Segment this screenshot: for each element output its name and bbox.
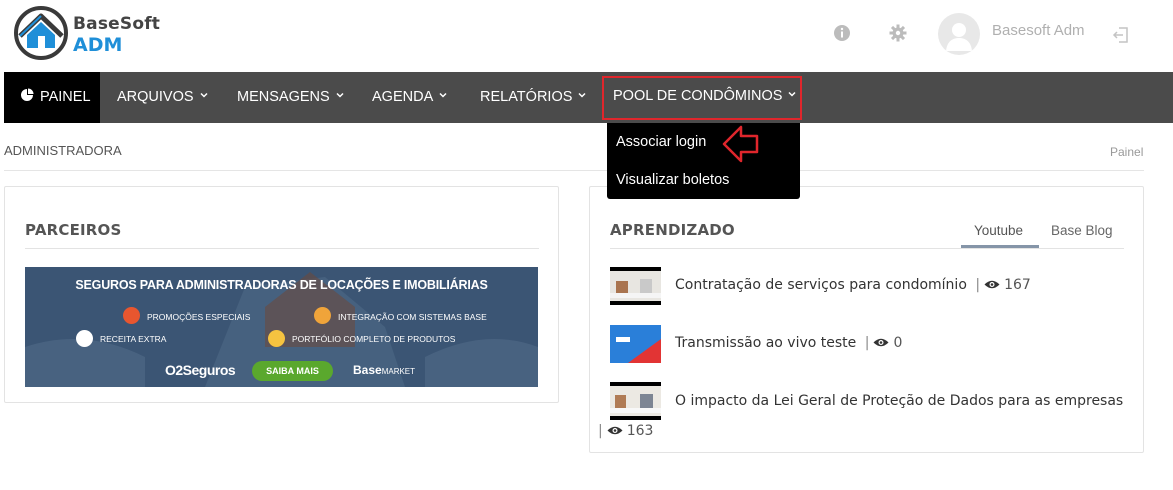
divider <box>4 170 1144 171</box>
pool-dropdown-menu: Associar login Visualizar boletos <box>607 123 800 199</box>
divider <box>25 248 539 249</box>
banner-title: SEGUROS PARA ADMINISTRADORAS DE LOCAÇÕES… <box>75 278 488 292</box>
logo-part: Base <box>353 363 382 377</box>
nav-label: ARQUIVOS <box>117 89 194 105</box>
menu-item-visualizar-boletos[interactable]: Visualizar boletos <box>616 172 729 188</box>
nav-arquivos[interactable]: ARQUIVOS <box>117 72 208 123</box>
user-name[interactable]: Basesoft Adm <box>992 22 1085 39</box>
eye-icon <box>873 338 889 347</box>
banner-feature: RECEITA EXTRA <box>100 334 167 344</box>
view-count: 163 <box>626 423 654 439</box>
banner-feature: PORTFÓLIO COMPLETO DE PRODUTOS <box>292 334 456 344</box>
video-entry: Transmissão ao vivo teste | 0 <box>675 335 902 351</box>
video-thumbnail[interactable] <box>610 382 661 420</box>
nav-mensagens[interactable]: MENSAGENS <box>237 72 344 123</box>
nav-relatorios[interactable]: RELATÓRIOS <box>480 72 586 123</box>
nav-pool-condominos[interactable]: POOL DE CONDÔMINOS <box>602 76 802 120</box>
annotation-arrow-icon <box>722 125 759 163</box>
brand-logo[interactable]: BaseSoft ADM <box>12 4 160 64</box>
saiba-mais-button[interactable]: SAIBA MAIS <box>252 361 333 381</box>
active-tab-indicator <box>961 245 1039 248</box>
money-icon <box>76 330 93 347</box>
pie-chart-icon <box>21 88 34 101</box>
video-title[interactable]: Contratação de serviços para condomínio <box>675 277 967 293</box>
nav-label: POOL DE CONDÔMINOS <box>613 88 783 104</box>
main-navbar: PAINEL ARQUIVOS MENSAGENS AGENDA RELATÓR… <box>4 72 1173 123</box>
tab-base-blog[interactable]: Base Blog <box>1051 223 1113 238</box>
logout-icon[interactable] <box>1112 26 1130 44</box>
chevron-down-icon <box>788 91 796 97</box>
gear-icon[interactable] <box>889 24 907 42</box>
video-thumbnail[interactable] <box>610 325 661 363</box>
nav-label: MENSAGENS <box>237 89 330 105</box>
breadcrumb-section: ADMINISTRADORA <box>4 143 122 158</box>
list-item[interactable]: Transmissão ao vivo teste | 0 <box>610 325 1130 363</box>
video-views: | 0 <box>864 335 903 351</box>
integration-icon <box>314 307 331 324</box>
view-count: 0 <box>893 335 903 351</box>
chevron-down-icon <box>336 92 344 98</box>
chevron-down-icon <box>200 92 208 98</box>
o2seguros-logo: O2Seguros <box>165 362 236 378</box>
nav-label: RELATÓRIOS <box>480 89 573 105</box>
menu-item-associar-login[interactable]: Associar login <box>616 134 706 150</box>
nav-painel[interactable]: PAINEL <box>4 72 100 123</box>
brand-subtitle: ADM <box>73 34 123 56</box>
chevron-down-icon <box>578 92 586 98</box>
chevron-down-icon <box>439 92 447 98</box>
banner-feature: INTEGRAÇÃO COM SISTEMAS BASE <box>338 312 487 322</box>
eye-icon <box>984 280 1000 289</box>
portfolio-icon <box>268 330 285 347</box>
tab-youtube[interactable]: Youtube <box>974 223 1023 238</box>
brand-name: BaseSoft <box>73 14 161 34</box>
logo-part: MARKET <box>381 367 416 376</box>
video-thumbnail[interactable] <box>610 267 661 305</box>
user-silhouette-icon <box>946 23 972 51</box>
list-item[interactable]: Contratação de serviços para condomínio … <box>610 267 1130 307</box>
nav-label: PAINEL <box>40 89 91 105</box>
panel-title: APRENDIZADO <box>610 221 735 239</box>
aprendizado-panel: APRENDIZADO Youtube Base Blog Contrataçã… <box>589 186 1144 453</box>
divider <box>610 248 1124 249</box>
eye-icon <box>607 426 623 435</box>
nav-label: AGENDA <box>372 89 434 105</box>
video-title[interactable]: Transmissão ao vivo teste <box>675 335 856 351</box>
video-views: | 163 <box>598 423 654 439</box>
list-item[interactable]: O impacto da Lei Geral de Proteção de Da… <box>598 382 1130 442</box>
panel-title: PARCEIROS <box>25 221 122 239</box>
breadcrumb-current[interactable]: Painel <box>1110 145 1143 159</box>
logo-house-icon <box>14 6 68 60</box>
info-icon[interactable] <box>833 24 851 42</box>
gift-icon <box>123 307 140 324</box>
banner-feature: PROMOÇÕES ESPECIAIS <box>147 312 251 322</box>
avatar[interactable] <box>938 13 980 55</box>
basemarket-logo: BaseMARKET <box>353 363 415 377</box>
video-views: | 167 <box>975 277 1031 293</box>
parceiros-panel: PARCEIROS SEGUROS PARA ADMINISTRADORAS D… <box>4 186 559 403</box>
nav-agenda[interactable]: AGENDA <box>372 72 447 123</box>
top-header: BaseSoft ADM Basesoft Adm <box>0 0 1173 72</box>
video-entry: Contratação de serviços para condomínio … <box>675 277 1031 293</box>
view-count: 167 <box>1004 277 1031 293</box>
partner-banner[interactable]: SEGUROS PARA ADMINISTRADORAS DE LOCAÇÕES… <box>25 267 538 387</box>
video-title[interactable]: O impacto da Lei Geral de Proteção de Da… <box>675 393 1123 409</box>
